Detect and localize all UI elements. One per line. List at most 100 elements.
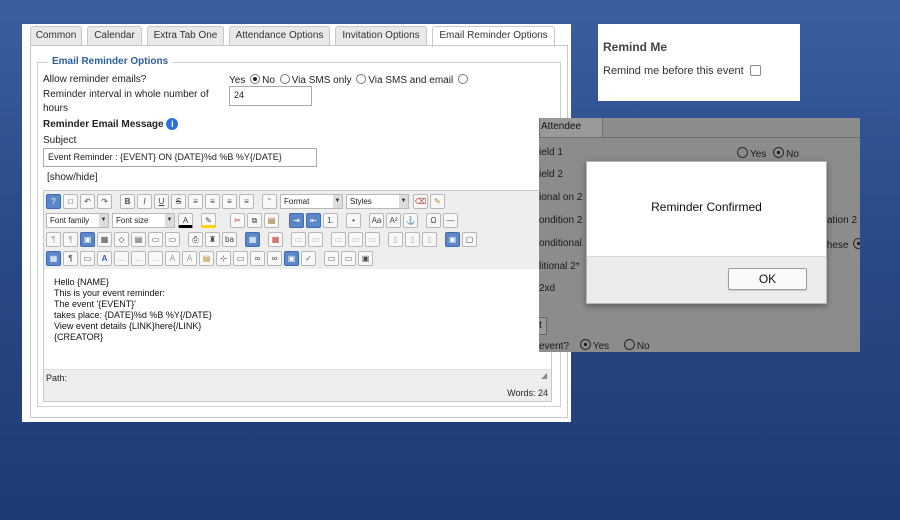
conditional-radio[interactable] <box>853 238 860 249</box>
attribs-icon[interactable]: ▤ <box>199 251 214 266</box>
field-1-no-radio[interactable] <box>773 147 785 158</box>
source-code-icon[interactable]: ◇ <box>114 232 129 247</box>
no-radio[interactable] <box>279 74 290 84</box>
copy-icon[interactable]: ⧉ <box>247 213 262 228</box>
indent-icon[interactable]: ⇥ <box>289 213 304 228</box>
highlight-color-icon[interactable]: ✎ <box>201 213 216 228</box>
tab-email-reminder-options[interactable]: Email Reminder Options <box>432 26 555 47</box>
style-props-icon[interactable]: A <box>97 251 112 266</box>
field-1-yes-radio[interactable] <box>737 147 748 158</box>
info-icon[interactable]: i <box>166 118 179 130</box>
emotions-icon[interactable]: ▣ <box>358 251 373 266</box>
special-character-icon[interactable]: Ω <box>426 213 441 228</box>
resize-grip-icon[interactable]: ◢ <box>541 372 549 380</box>
numbered-list-icon[interactable]: 1. <box>323 213 338 228</box>
text-color-icon[interactable]: A <box>178 213 193 228</box>
cite-icon[interactable]: … <box>114 251 129 266</box>
bold-icon[interactable]: B <box>120 194 135 209</box>
search-icon[interactable]: ♜ <box>205 232 220 247</box>
styles-select[interactable]: Styles ▼ <box>346 194 409 209</box>
replace-icon[interactable]: ba <box>222 232 237 247</box>
del-icon[interactable]: A <box>165 251 180 266</box>
cell-props-icon[interactable]: ▭ <box>308 232 323 247</box>
horizontal-rule-icon[interactable]: — <box>443 213 458 228</box>
font-case-icon[interactable]: Aa <box>369 213 384 228</box>
insert-row-after-icon[interactable]: ▭ <box>348 232 363 247</box>
paste-icon[interactable]: ▤ <box>264 213 279 228</box>
rtl-icon[interactable]: ¶ <box>63 232 78 247</box>
unlink-icon[interactable]: ∞ <box>267 251 282 266</box>
redo-icon[interactable]: ↷ <box>97 194 112 209</box>
tab-attendance-options[interactable]: Attendance Options <box>229 26 330 45</box>
preview-icon[interactable]: ▣ <box>80 232 95 247</box>
delete-col-icon[interactable]: ▯ <box>422 232 437 247</box>
image-icon[interactable]: ▣ <box>284 251 299 266</box>
sms-email-radio[interactable] <box>457 74 468 84</box>
template-icon[interactable]: ▤ <box>131 232 146 247</box>
pagebreak-icon[interactable]: ▭ <box>233 251 248 266</box>
tab-calendar[interactable]: Calendar <box>87 26 142 45</box>
align-left-icon[interactable]: ≡ <box>188 194 203 209</box>
italic-icon[interactable]: I <box>137 194 152 209</box>
date-icon[interactable]: ▭ <box>148 232 163 247</box>
insert-row-before-icon[interactable]: ▭ <box>331 232 346 247</box>
ins-icon[interactable]: A <box>182 251 197 266</box>
yes-radio[interactable] <box>250 74 261 84</box>
ok-button[interactable]: OK <box>728 268 807 290</box>
insert-col-after-icon[interactable]: ▯ <box>405 232 420 247</box>
format-select[interactable]: Format ▼ <box>280 194 343 209</box>
sms-only-radio[interactable] <box>356 74 367 84</box>
abbr-icon[interactable]: … <box>131 251 146 266</box>
remind-me-checkbox[interactable] <box>749 65 761 76</box>
link-icon[interactable]: ∞ <box>250 251 265 266</box>
superscript-icon[interactable]: A² <box>386 213 401 228</box>
tab-extra-tab-one[interactable]: Extra Tab One <box>147 26 224 45</box>
fullscreen-icon[interactable]: ▭ <box>324 251 339 266</box>
blockquote-icon[interactable]: “ <box>262 194 277 209</box>
layer-icon[interactable]: ▭ <box>80 251 95 266</box>
time-icon[interactable]: ▭ <box>165 232 180 247</box>
nonbreaking-icon[interactable]: ⊹ <box>216 251 231 266</box>
ltr-icon[interactable]: ¶ <box>46 232 61 247</box>
question-yes-radio[interactable] <box>579 339 591 350</box>
cut-icon[interactable]: ✂ <box>230 213 245 228</box>
merge-cells-icon[interactable]: ▢ <box>462 232 477 247</box>
tab-attendee[interactable]: Attendee <box>539 118 603 138</box>
media-icon[interactable]: ▦ <box>97 232 112 247</box>
insert-col-before-icon[interactable]: ▯ <box>388 232 403 247</box>
partial-button[interactable]: t <box>539 317 547 335</box>
font-size-select[interactable]: Font size ▼ <box>112 213 175 228</box>
cleanup-brush-icon[interactable]: ✎ <box>430 194 445 209</box>
anchor-icon[interactable]: ⚓ <box>403 213 418 228</box>
bullet-list-icon[interactable]: • <box>346 213 361 228</box>
strikethrough-icon[interactable]: S <box>171 194 186 209</box>
template-insert-icon[interactable]: ▭ <box>341 251 356 266</box>
justify-icon[interactable]: ≡ <box>239 194 254 209</box>
spellcheck-icon[interactable]: ✓ <box>301 251 316 266</box>
underline-icon[interactable]: U <box>154 194 169 209</box>
tab-common[interactable]: Common <box>30 26 82 45</box>
outdent-icon[interactable]: ⇤ <box>306 213 321 228</box>
align-center-icon[interactable]: ≡ <box>205 194 220 209</box>
show-blocks-icon[interactable]: ¶ <box>63 251 78 266</box>
acronym-icon[interactable]: … <box>148 251 163 266</box>
row-props-icon[interactable]: ▭ <box>291 232 306 247</box>
align-right-icon[interactable]: ≡ <box>222 194 237 209</box>
eraser-icon[interactable]: ⌫ <box>413 194 428 209</box>
editor-content[interactable]: Hello {NAME} This is your event reminder:… <box>54 277 212 343</box>
delete-table-icon[interactable]: ▦ <box>268 232 283 247</box>
font-family-select[interactable]: Font family ▼ <box>46 213 109 228</box>
table-icon[interactable]: ▦ <box>245 232 260 247</box>
visual-aid-icon[interactable]: ▦ <box>46 251 61 266</box>
subject-input[interactable]: Event Reminder : {EVENT} ON {DATE}%d %B … <box>43 148 317 167</box>
undo-icon[interactable]: ↶ <box>80 194 95 209</box>
delete-row-icon[interactable]: ▭ <box>365 232 380 247</box>
split-cells-icon[interactable]: ▣ <box>445 232 460 247</box>
show-hide-link[interactable]: [show/hide] <box>47 172 98 183</box>
question-no-radio[interactable] <box>623 339 635 350</box>
print-icon[interactable]: ⎙ <box>188 232 203 247</box>
help-icon[interactable]: ? <box>46 194 61 209</box>
tab-invitation-options[interactable]: Invitation Options <box>335 26 427 45</box>
new-document-icon[interactable]: □ <box>63 194 78 209</box>
interval-input[interactable]: 24 <box>229 86 312 106</box>
